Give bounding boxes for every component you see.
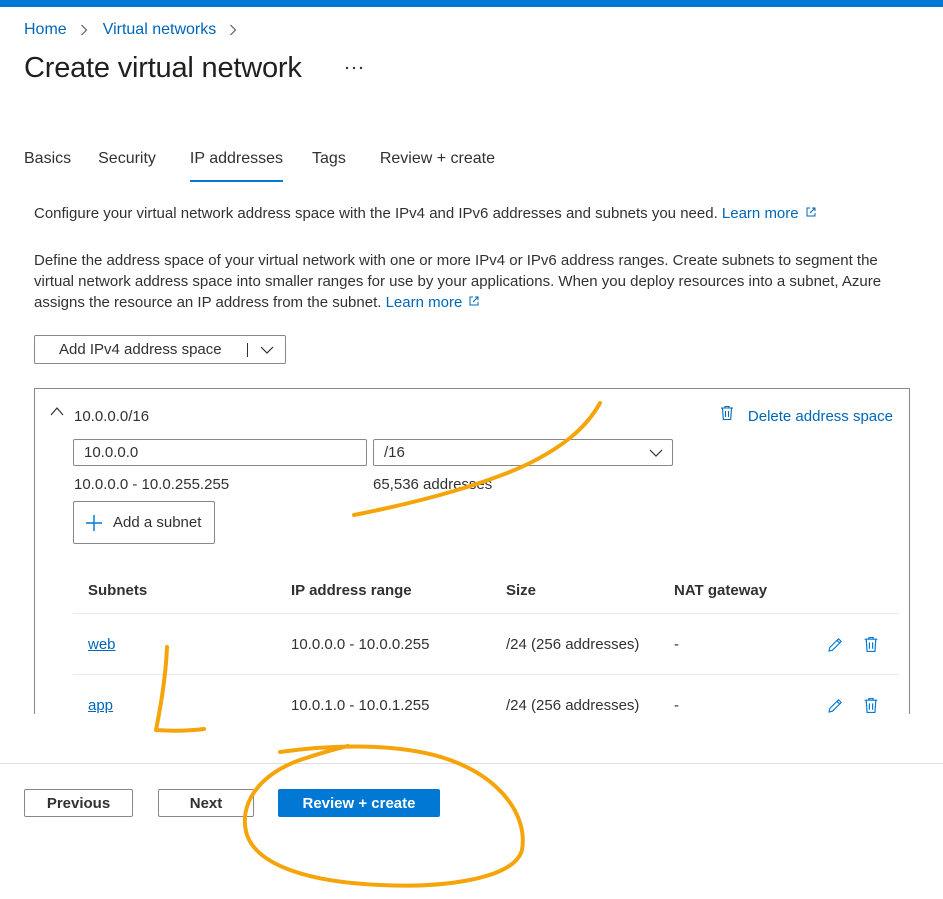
subnet-link-app[interactable]: app bbox=[88, 697, 113, 714]
address-space-description: Define the address space of your virtual… bbox=[34, 250, 914, 313]
chevron-right-icon bbox=[77, 20, 91, 40]
breadcrumb-virtual-networks[interactable]: Virtual networks bbox=[103, 21, 217, 39]
address-range-text: 10.0.0.0 - 10.0.255.255 bbox=[74, 476, 230, 493]
review-create-button[interactable]: Review + create bbox=[278, 789, 440, 817]
breadcrumb: Home Virtual networks bbox=[24, 20, 252, 40]
tab-basics[interactable]: Basics bbox=[24, 148, 71, 182]
column-header-subnets: Subnets bbox=[88, 581, 148, 599]
address-prefix-select[interactable]: /16 bbox=[373, 439, 673, 466]
footer-divider bbox=[0, 763, 943, 764]
subnet-nat-gateway: - bbox=[674, 696, 679, 714]
table-header: Subnets IP address range Size NAT gatewa… bbox=[73, 567, 899, 614]
learn-more-link-2[interactable]: Learn more bbox=[386, 294, 481, 311]
tab-tags[interactable]: Tags bbox=[312, 148, 346, 182]
edit-pencil-icon[interactable] bbox=[827, 697, 843, 714]
delete-address-space-button[interactable]: Delete address space bbox=[720, 405, 893, 425]
breadcrumb-home[interactable]: Home bbox=[24, 21, 67, 39]
column-header-ip-range: IP address range bbox=[291, 581, 412, 599]
subnet-range: 10.0.0.0 - 10.0.0.255 bbox=[291, 635, 430, 653]
learn-more-link[interactable]: Learn more bbox=[722, 205, 817, 222]
subnet-table: Subnets IP address range Size NAT gatewa… bbox=[73, 567, 899, 714]
add-ipv4-address-space-button[interactable]: Add IPv4 address space bbox=[34, 335, 286, 364]
trash-icon bbox=[720, 405, 733, 420]
page-title: Create virtual network bbox=[24, 52, 302, 84]
tab-security[interactable]: Security bbox=[98, 148, 156, 182]
delete-address-space-label: Delete address space bbox=[747, 408, 893, 425]
chevron-down-icon[interactable] bbox=[259, 342, 275, 358]
split-divider bbox=[247, 343, 248, 357]
address-space-title: 10.0.0.0/16 bbox=[74, 408, 150, 425]
wizard-tabs: Basics Security IP addresses Tags Review… bbox=[24, 148, 495, 182]
edit-pencil-icon[interactable] bbox=[827, 636, 843, 653]
tab-ip-addresses[interactable]: IP addresses bbox=[189, 148, 284, 182]
top-accent-bar bbox=[0, 0, 943, 7]
chevron-down-icon bbox=[649, 449, 663, 457]
intro-body: Configure your virtual network address s… bbox=[34, 205, 718, 222]
plus-icon bbox=[86, 514, 102, 531]
subnet-nat-gateway: - bbox=[674, 635, 679, 653]
address-space-ip-input[interactable] bbox=[73, 439, 367, 466]
address-count-text: 65,536 addresses bbox=[373, 476, 493, 493]
intro-text: Configure your virtual network address s… bbox=[34, 205, 817, 222]
more-options-button[interactable] bbox=[344, 56, 364, 80]
external-link-icon bbox=[469, 296, 479, 306]
subnet-size: /24 (256 addresses) bbox=[506, 696, 640, 714]
next-button[interactable]: Next bbox=[158, 789, 254, 817]
add-subnet-button[interactable]: Add a subnet bbox=[73, 501, 215, 544]
add-space-label: Add IPv4 address space bbox=[59, 341, 222, 358]
subnet-size: /24 (256 addresses) bbox=[506, 635, 640, 653]
subnet-link-web[interactable]: web bbox=[88, 636, 116, 653]
row-actions bbox=[827, 697, 879, 714]
add-subnet-label: Add a subnet bbox=[113, 514, 202, 531]
trash-icon[interactable] bbox=[863, 697, 879, 714]
tab-review-create[interactable]: Review + create bbox=[380, 148, 495, 182]
chevron-right-icon bbox=[226, 20, 240, 40]
chevron-up-icon[interactable] bbox=[49, 405, 65, 417]
trash-icon[interactable] bbox=[863, 636, 879, 653]
address-space-panel: 10.0.0.0/16 Delete address space /16 10.… bbox=[34, 388, 910, 714]
table-row: app 10.0.1.0 - 10.0.1.255 /24 (256 addre… bbox=[73, 675, 899, 714]
external-link-icon bbox=[806, 207, 816, 217]
table-row: web 10.0.0.0 - 10.0.0.255 /24 (256 addre… bbox=[73, 614, 899, 675]
ellipsis-icon bbox=[345, 66, 363, 70]
prefix-value: /16 bbox=[384, 444, 405, 461]
row-actions bbox=[827, 636, 879, 653]
column-header-size: Size bbox=[506, 581, 537, 599]
column-header-nat-gateway: NAT gateway bbox=[674, 581, 768, 599]
subnet-range: 10.0.1.0 - 10.0.1.255 bbox=[291, 696, 430, 714]
previous-button[interactable]: Previous bbox=[24, 789, 133, 817]
